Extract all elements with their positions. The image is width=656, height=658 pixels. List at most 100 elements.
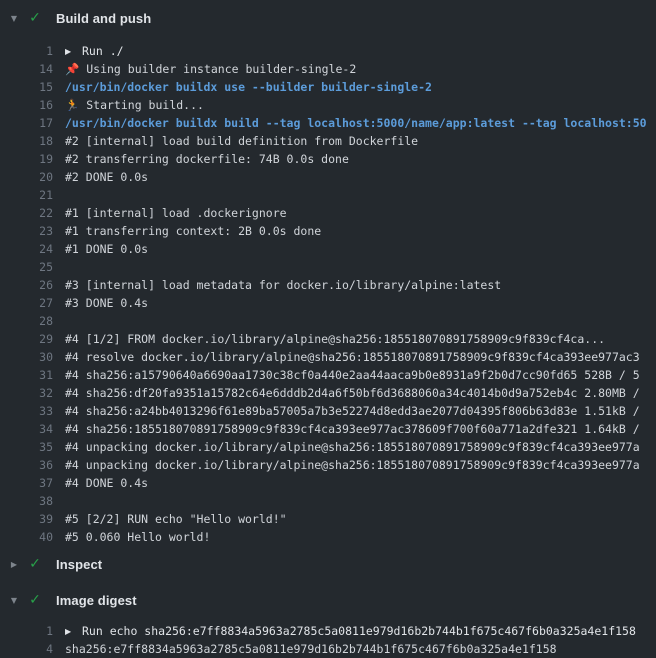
chevron-down-icon[interactable]: ▼ xyxy=(5,14,23,23)
log-line: 18#2 [internal] load build definition fr… xyxy=(0,132,656,150)
run-command-text: ▶Run echo sha256:e7ff8834a5963a2785c5a08… xyxy=(65,622,656,640)
line-number[interactable]: 31 xyxy=(0,366,65,384)
log-text xyxy=(65,492,656,510)
section-title-inspect: Inspect xyxy=(56,557,102,572)
log-line: 1▶Run ./ xyxy=(0,42,656,60)
log-text: #4 sha256:a15790640a6690aa1730c38cf0a440… xyxy=(65,366,656,384)
success-check-icon: ✓ xyxy=(23,556,47,572)
section-header-image-digest[interactable]: ▼ ✓ Image digest xyxy=(0,582,656,618)
command-text: /usr/bin/docker buildx use --builder bui… xyxy=(65,78,656,96)
line-number[interactable]: 26 xyxy=(0,276,65,294)
section-header-build-and-push[interactable]: ▼ ✓ Build and push xyxy=(0,0,656,36)
line-number[interactable]: 29 xyxy=(0,330,65,348)
line-number[interactable]: 17 xyxy=(0,114,65,132)
log-text: #2 transferring dockerfile: 74B 0.0s don… xyxy=(65,150,656,168)
log-text: #3 DONE 0.4s xyxy=(65,294,656,312)
log-line: 17/usr/bin/docker buildx build --tag loc… xyxy=(0,114,656,132)
line-number[interactable]: 38 xyxy=(0,492,65,510)
section-title-image-digest: Image digest xyxy=(56,593,137,608)
log-text: 🏃 Starting build... xyxy=(65,96,656,114)
log-text: #4 unpacking docker.io/library/alpine@sh… xyxy=(65,438,656,456)
line-number[interactable]: 39 xyxy=(0,510,65,528)
log-lines-build-and-push: 1▶Run ./14📌 Using builder instance build… xyxy=(0,36,656,546)
log-lines-image-digest: 1▶Run echo sha256:e7ff8834a5963a2785c5a0… xyxy=(0,618,656,658)
log-line: 20#2 DONE 0.0s xyxy=(0,168,656,186)
expand-command-icon[interactable]: ▶ xyxy=(65,43,82,61)
log-line: 31#4 sha256:a15790640a6690aa1730c38cf0a4… xyxy=(0,366,656,384)
log-text: #2 [internal] load build definition from… xyxy=(65,132,656,150)
log-line: 21 xyxy=(0,186,656,204)
log-line: 22#1 [internal] load .dockerignore xyxy=(0,204,656,222)
line-number[interactable]: 16 xyxy=(0,96,65,114)
log-line: 32#4 sha256:df20fa9351a15782c64e6dddb2d4… xyxy=(0,384,656,402)
log-line: 33#4 sha256:a24bb4013296f61e89ba57005a7b… xyxy=(0,402,656,420)
log-line: 29#4 [1/2] FROM docker.io/library/alpine… xyxy=(0,330,656,348)
line-number[interactable]: 19 xyxy=(0,150,65,168)
log-text: #4 DONE 0.4s xyxy=(65,474,656,492)
log-text: #4 sha256:185518070891758909c9f839cf4ca3… xyxy=(65,420,656,438)
line-number[interactable]: 30 xyxy=(0,348,65,366)
log-line: 16🏃 Starting build... xyxy=(0,96,656,114)
log-text xyxy=(65,258,656,276)
chevron-right-icon[interactable]: ▶ xyxy=(5,560,23,569)
log-text: #4 [1/2] FROM docker.io/library/alpine@s… xyxy=(65,330,656,348)
run-command-text: ▶Run ./ xyxy=(65,42,656,60)
log-text: #4 sha256:a24bb4013296f61e89ba57005a7b3e… xyxy=(65,402,656,420)
actions-log-viewer: ▼ ✓ Build and push 1▶Run ./14📌 Using bui… xyxy=(0,0,656,658)
log-text: #5 0.060 Hello world! xyxy=(65,528,656,546)
log-text: #4 resolve docker.io/library/alpine@sha2… xyxy=(65,348,656,366)
line-number[interactable]: 35 xyxy=(0,438,65,456)
chevron-down-icon[interactable]: ▼ xyxy=(5,596,23,605)
log-line: 36#4 unpacking docker.io/library/alpine@… xyxy=(0,456,656,474)
log-text: #4 unpacking docker.io/library/alpine@sh… xyxy=(65,456,656,474)
line-number[interactable]: 20 xyxy=(0,168,65,186)
log-text: sha256:e7ff8834a5963a2785c5a0811e979d16b… xyxy=(65,640,656,658)
log-line: 30#4 resolve docker.io/library/alpine@sh… xyxy=(0,348,656,366)
line-number[interactable]: 32 xyxy=(0,384,65,402)
log-line: 35#4 unpacking docker.io/library/alpine@… xyxy=(0,438,656,456)
line-number[interactable]: 23 xyxy=(0,222,65,240)
log-line: 40#5 0.060 Hello world! xyxy=(0,528,656,546)
line-number[interactable]: 36 xyxy=(0,456,65,474)
line-number[interactable]: 25 xyxy=(0,258,65,276)
expand-command-icon[interactable]: ▶ xyxy=(65,623,82,641)
line-number[interactable]: 22 xyxy=(0,204,65,222)
section-title-build-and-push: Build and push xyxy=(56,11,151,26)
line-number[interactable]: 1 xyxy=(0,42,65,60)
log-text xyxy=(65,186,656,204)
line-number[interactable]: 33 xyxy=(0,402,65,420)
log-line: 25 xyxy=(0,258,656,276)
log-text: #2 DONE 0.0s xyxy=(65,168,656,186)
line-number[interactable]: 34 xyxy=(0,420,65,438)
log-line: 28 xyxy=(0,312,656,330)
log-line: 26#3 [internal] load metadata for docker… xyxy=(0,276,656,294)
line-number[interactable]: 27 xyxy=(0,294,65,312)
log-line: 37#4 DONE 0.4s xyxy=(0,474,656,492)
line-number[interactable]: 40 xyxy=(0,528,65,546)
log-text: #4 sha256:df20fa9351a15782c64e6dddb2d4a6… xyxy=(65,384,656,402)
section-header-inspect[interactable]: ▶ ✓ Inspect xyxy=(0,546,656,582)
line-number[interactable]: 21 xyxy=(0,186,65,204)
log-line: 19#2 transferring dockerfile: 74B 0.0s d… xyxy=(0,150,656,168)
line-number[interactable]: 1 xyxy=(0,622,65,640)
line-number[interactable]: 37 xyxy=(0,474,65,492)
log-line: 34#4 sha256:185518070891758909c9f839cf4c… xyxy=(0,420,656,438)
log-line: 24#1 DONE 0.0s xyxy=(0,240,656,258)
success-check-icon: ✓ xyxy=(23,10,47,26)
log-line: 4sha256:e7ff8834a5963a2785c5a0811e979d16… xyxy=(0,640,656,658)
log-line: 23#1 transferring context: 2B 0.0s done xyxy=(0,222,656,240)
line-number[interactable]: 15 xyxy=(0,78,65,96)
line-number[interactable]: 28 xyxy=(0,312,65,330)
log-line: 27#3 DONE 0.4s xyxy=(0,294,656,312)
log-text: #1 transferring context: 2B 0.0s done xyxy=(65,222,656,240)
line-number[interactable]: 4 xyxy=(0,640,65,658)
line-number[interactable]: 24 xyxy=(0,240,65,258)
log-line: 38 xyxy=(0,492,656,510)
line-number[interactable]: 18 xyxy=(0,132,65,150)
log-text: #3 [internal] load metadata for docker.i… xyxy=(65,276,656,294)
log-line: 14📌 Using builder instance builder-singl… xyxy=(0,60,656,78)
log-text: #5 [2/2] RUN echo "Hello world!" xyxy=(65,510,656,528)
line-number[interactable]: 14 xyxy=(0,60,65,78)
log-line: 1▶Run echo sha256:e7ff8834a5963a2785c5a0… xyxy=(0,622,656,640)
log-text: #1 DONE 0.0s xyxy=(65,240,656,258)
